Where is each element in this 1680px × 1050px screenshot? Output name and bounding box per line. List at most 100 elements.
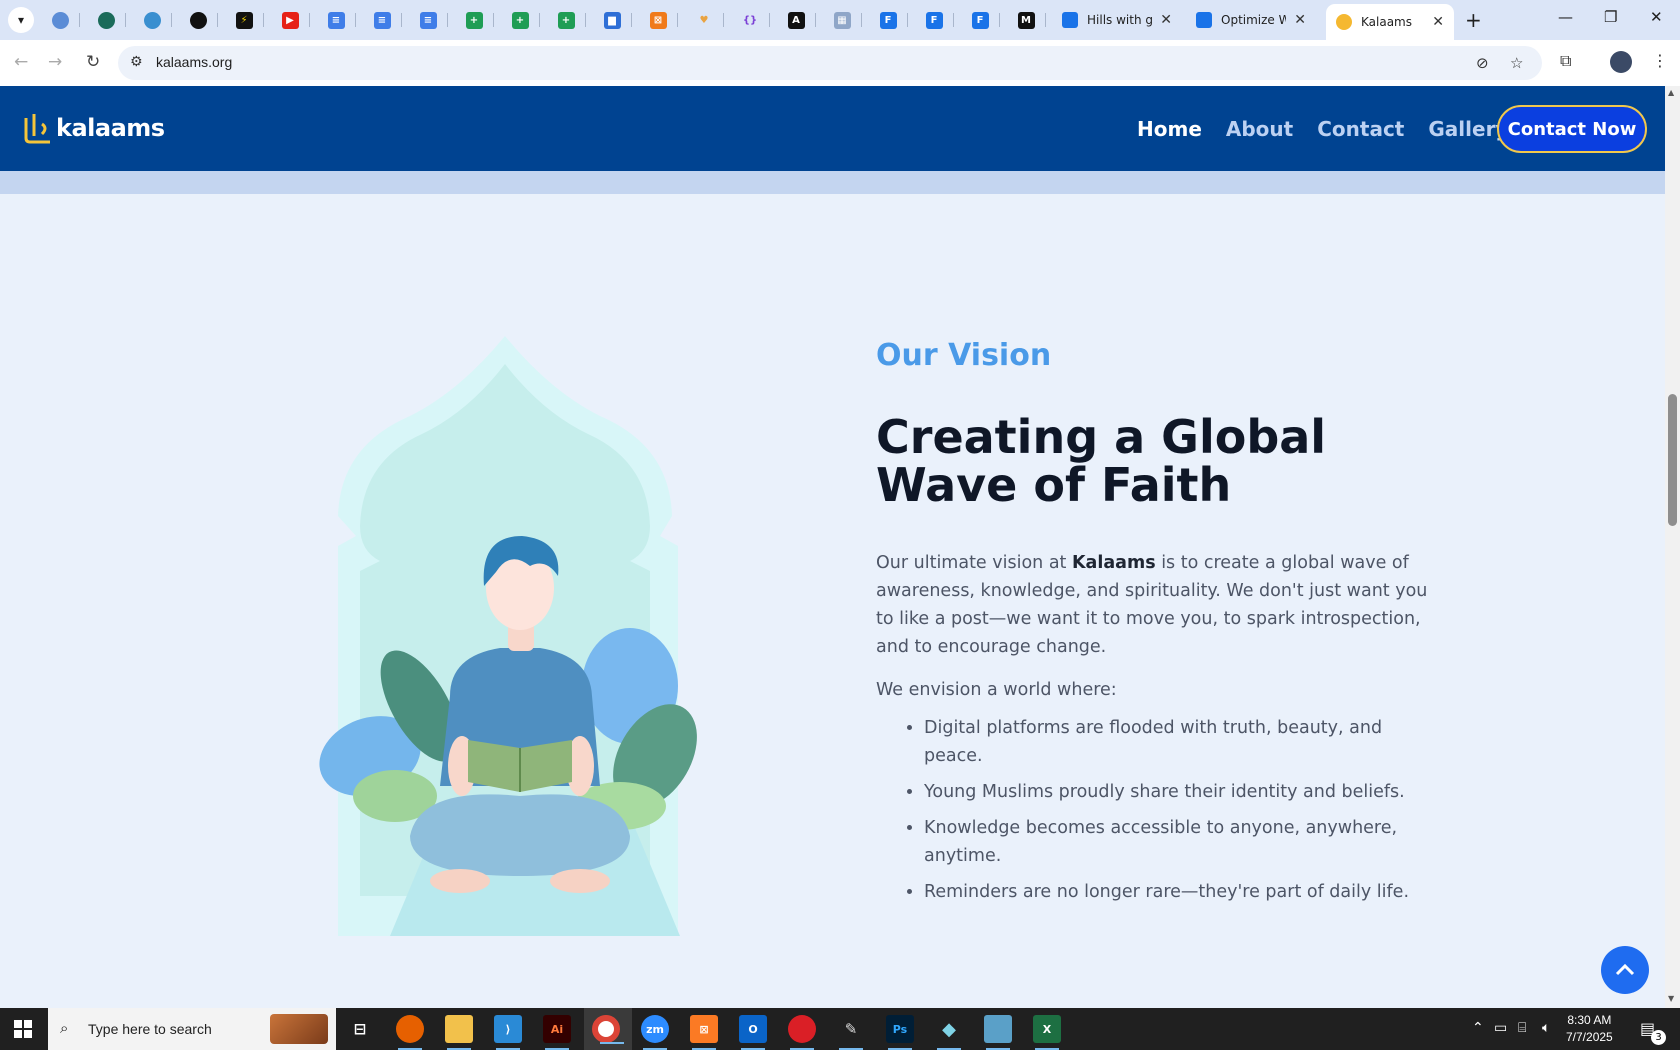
site-info-icon[interactable]: ⚙: [130, 54, 143, 70]
pinned-tab[interactable]: +: [500, 6, 540, 34]
menu-icon[interactable]: ⋮: [1652, 51, 1668, 70]
list-item: Young Muslims proudly share their identi…: [924, 778, 1426, 806]
section-eyebrow: Our Vision: [876, 338, 1052, 373]
scroll-up-arrow-icon[interactable]: ▲: [1668, 88, 1674, 97]
search-placeholder: Type here to search: [88, 1021, 212, 1037]
scroll-down-arrow-icon[interactable]: ▼: [1668, 994, 1674, 1003]
vscode-icon[interactable]: ⟩: [494, 1015, 522, 1050]
tab-strip: ▾ ⚡ ▶ ≡ ≡ ≡ + + + ▆ ⊠ ♥ {} A ▦ F F F M H…: [0, 0, 1680, 40]
address-bar[interactable]: ⚙ kalaams.org ⊘ ☆: [118, 46, 1542, 80]
pinned-tab[interactable]: [40, 6, 80, 34]
youtube-icon: ▶: [281, 11, 299, 29]
webpage: kalaams Home About Contact Gallery Conta…: [0, 86, 1665, 1008]
file-explorer-icon[interactable]: [445, 1015, 473, 1050]
bookmark-star-icon[interactable]: ☆: [1510, 54, 1523, 72]
outlook-icon[interactable]: O: [739, 1015, 767, 1050]
excel-icon[interactable]: X: [1033, 1015, 1061, 1050]
browser-tab-active[interactable]: Kalaams ✕: [1326, 4, 1454, 40]
grid-icon: ▦: [833, 11, 851, 29]
close-icon[interactable]: ✕: [1432, 14, 1444, 30]
pinned-tab[interactable]: ≡: [408, 6, 448, 34]
pinned-tab[interactable]: [86, 6, 126, 34]
xampp-icon: ⊠: [649, 11, 667, 29]
site-logo[interactable]: kalaams: [22, 110, 165, 146]
tracking-icon[interactable]: ⊘: [1476, 54, 1489, 72]
new-tab-button[interactable]: +: [1465, 8, 1482, 32]
restore-button[interactable]: ❐: [1604, 8, 1617, 26]
pinned-tab[interactable]: F: [868, 6, 908, 34]
close-window-button[interactable]: ✕: [1650, 8, 1663, 26]
pinned-tab[interactable]: +: [546, 6, 586, 34]
pinned-tab[interactable]: ≡: [316, 6, 356, 34]
pinned-tab[interactable]: ⚡: [224, 6, 264, 34]
pinned-tab[interactable]: F: [914, 6, 954, 34]
search-icon: ⌕: [60, 1019, 69, 1037]
main-nav: Home About Contact Gallery: [1137, 117, 1532, 141]
browser-tab[interactable]: Optimize W ✕: [1186, 4, 1316, 36]
pinned-tab[interactable]: F: [960, 6, 1000, 34]
firefox-icon[interactable]: [396, 1015, 424, 1050]
page-scrollbar[interactable]: ▲ ▼: [1665, 86, 1680, 1008]
pinned-tab[interactable]: {}: [730, 6, 770, 34]
profile-avatar[interactable]: [1610, 51, 1632, 73]
docs-icon: ≡: [373, 11, 391, 29]
pinned-tab[interactable]: +: [454, 6, 494, 34]
browser-toolbar: ← → ↻ ⚙ kalaams.org ⊘ ☆ ⧉ ⋮: [0, 40, 1680, 86]
pinned-tab[interactable]: ▦: [822, 6, 862, 34]
pinned-tab[interactable]: ≡: [362, 6, 402, 34]
nav-home[interactable]: Home: [1137, 117, 1202, 141]
contact-now-button[interactable]: Contact Now: [1497, 105, 1647, 153]
tray-overflow-icon[interactable]: ⌃: [1472, 1020, 1484, 1036]
close-icon[interactable]: ✕: [1160, 12, 1172, 28]
pinned-tab[interactable]: A: [776, 6, 816, 34]
pinned-tab[interactable]: ⊠: [638, 6, 678, 34]
pen-tool-icon[interactable]: ✎: [837, 1015, 865, 1050]
notes-app-icon[interactable]: [984, 1015, 1012, 1050]
taskbar-search[interactable]: ⌕ Type here to search: [48, 1008, 336, 1050]
extensions-icon[interactable]: ⧉: [1560, 51, 1571, 71]
browser-tab[interactable]: Hills with gr ✕: [1052, 4, 1182, 36]
chrome-icon[interactable]: [592, 1015, 624, 1044]
illustrator-icon[interactable]: Ai: [543, 1015, 571, 1050]
nav-about[interactable]: About: [1226, 117, 1293, 141]
volume-icon[interactable]: 🔈︎: [1542, 1020, 1550, 1036]
back-icon[interactable]: ←: [14, 52, 28, 72]
task-view-icon[interactable]: ⊟: [346, 1015, 374, 1043]
pinned-tab[interactable]: ♥: [684, 6, 724, 34]
network-icon[interactable]: ⌸: [1518, 1020, 1526, 1036]
pinned-tab[interactable]: M: [1006, 6, 1046, 34]
windows-taskbar: ⌕ Type here to search ⊟ ⟩ Ai zm ⊠ O ✎ Ps…: [0, 1008, 1680, 1050]
site-header: kalaams Home About Contact Gallery Conta…: [0, 86, 1665, 171]
scroll-to-top-button[interactable]: [1601, 946, 1649, 994]
reload-icon[interactable]: ↻: [86, 52, 100, 72]
medium-icon: M: [1017, 11, 1035, 29]
url-text[interactable]: kalaams.org: [156, 54, 232, 70]
bolt-icon: ⚡: [235, 11, 253, 29]
nav-contact[interactable]: Contact: [1317, 117, 1404, 141]
system-clock[interactable]: 8:30 AM 7/7/2025: [1566, 1012, 1613, 1046]
pinned-tab[interactable]: [132, 6, 172, 34]
forms-icon: [1062, 12, 1078, 28]
tab-title: Hills with gr: [1087, 13, 1153, 27]
logo-text: kalaams: [56, 114, 165, 142]
creative-cloud-icon[interactable]: [788, 1015, 816, 1050]
windows-start-icon[interactable]: [14, 1020, 32, 1038]
pinned-tab[interactable]: [178, 6, 218, 34]
xampp-icon[interactable]: ⊠: [690, 1015, 718, 1050]
pinned-tab[interactable]: ▆: [592, 6, 632, 34]
photoshop-icon[interactable]: Ps: [886, 1015, 914, 1050]
list-item: Knowledge becomes accessible to anyone, …: [924, 814, 1426, 870]
minimize-button[interactable]: —: [1558, 8, 1573, 26]
zoom-icon[interactable]: zm: [641, 1015, 669, 1050]
play-icon: [143, 11, 161, 29]
openai-icon: [189, 11, 207, 29]
pinned-tab[interactable]: ▶: [270, 6, 310, 34]
diamond-app-icon[interactable]: ◆: [935, 1015, 963, 1050]
scrollbar-thumb[interactable]: [1668, 394, 1677, 526]
forward-icon[interactable]: →: [48, 52, 62, 72]
tab-search-button[interactable]: ▾: [8, 7, 34, 33]
header-band: [0, 171, 1665, 194]
tab-title: Kalaams: [1361, 15, 1412, 29]
close-icon[interactable]: ✕: [1294, 12, 1306, 28]
battery-icon[interactable]: ▭: [1494, 1020, 1507, 1036]
